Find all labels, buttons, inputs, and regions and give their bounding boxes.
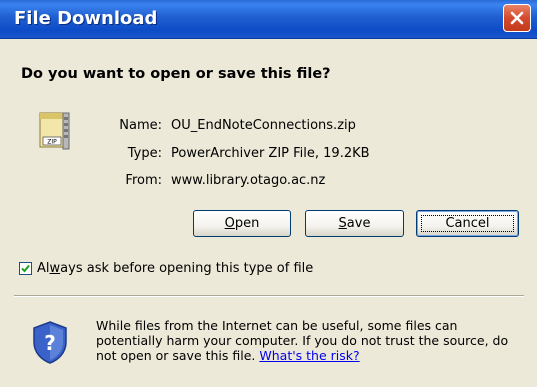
focus-ring	[421, 215, 514, 232]
svg-text:?: ?	[44, 331, 56, 355]
open-button[interactable]: Open	[193, 210, 291, 237]
from-label: From:	[125, 173, 162, 188]
security-shield-icon: ?	[33, 321, 67, 364]
title-bar[interactable]: File Download	[0, 0, 537, 39]
close-icon	[510, 11, 524, 25]
whats-the-risk-link[interactable]: What's the risk?	[259, 348, 359, 363]
save-button[interactable]: Save	[305, 210, 404, 237]
dialog-question: Do you want to open or save this file?	[21, 66, 331, 82]
svg-text:ZIP: ZIP	[47, 139, 57, 146]
always-ask-label[interactable]: Always ask before opening this type of f…	[37, 261, 313, 276]
window-title: File Download	[14, 8, 158, 29]
file-source: www.library.otago.ac.nz	[171, 173, 326, 188]
always-ask-checkbox[interactable]	[19, 262, 32, 275]
cancel-button[interactable]: Cancel	[416, 210, 519, 237]
divider	[14, 295, 524, 297]
security-warning: While files from the Internet can be use…	[96, 318, 509, 363]
type-label: Type:	[127, 146, 162, 161]
file-download-dialog: File Download Do you want to open or sav…	[0, 0, 537, 387]
close-button[interactable]	[503, 4, 531, 32]
file-name: OU_EndNoteConnections.zip	[171, 118, 356, 133]
checkmark-icon	[21, 264, 30, 273]
name-label: Name:	[119, 118, 162, 133]
file-type: PowerArchiver ZIP File, 19.2KB	[171, 146, 370, 161]
